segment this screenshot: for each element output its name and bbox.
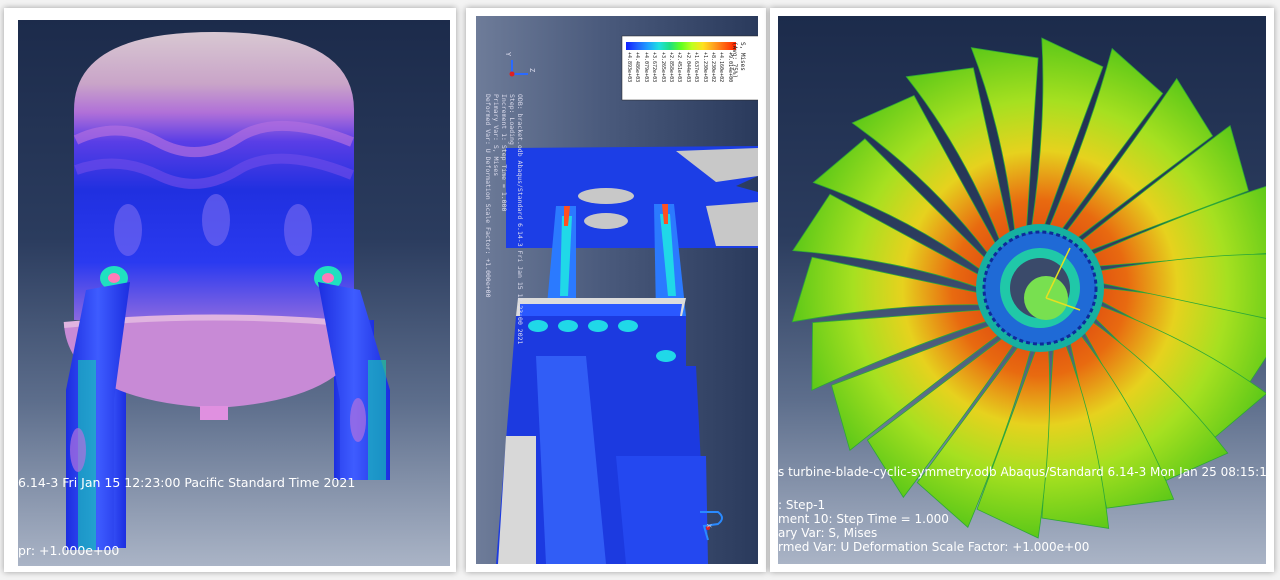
viewport-info-line: Step: Loading bbox=[508, 94, 516, 145]
legend-value: +2.858e+03 bbox=[668, 52, 674, 83]
legend-value: +3.672e+03 bbox=[651, 52, 658, 83]
panel-right: s turbine-blade-cyclic-symmetry.odb Abaq… bbox=[770, 8, 1274, 572]
viewport-info-line: Increment 1: Step Time = 1.000 bbox=[500, 94, 508, 212]
axis-label-x: Y bbox=[504, 52, 512, 57]
legend-value: +2.044e+03 bbox=[684, 52, 691, 83]
legend-value: +4.079e+03 bbox=[642, 52, 649, 83]
viewport-info-odb: s turbine-blade-cyclic-symmetry.odb Abaq… bbox=[778, 465, 1266, 479]
legend-value: +1.230e+03 bbox=[701, 52, 708, 83]
viewport-info-increment: ment 10: Step Time = 1.000 bbox=[778, 512, 949, 526]
legend-value: +2.451e+03 bbox=[676, 52, 683, 83]
viewport-right[interactable]: s turbine-blade-cyclic-symmetry.odb Abaq… bbox=[778, 16, 1266, 564]
viewport-left[interactable]: 6.14-3 Fri Jan 15 12:23:00 Pacific Stand… bbox=[18, 20, 450, 566]
turbine-wheel-model bbox=[791, 37, 1266, 539]
legend-value: +4.893e+03 bbox=[626, 52, 632, 83]
legend-values: +4.893e+03 +4.486e+03 +4.079e+03 +3.672e+03… bbox=[626, 52, 738, 96]
viewport-info-header: 6.14-3 Fri Jan 15 12:23:00 Pacific Stand… bbox=[18, 475, 356, 490]
panel-left: 6.14-3 Fri Jan 15 12:23:00 Pacific Stand… bbox=[4, 8, 456, 572]
viewport-info-line: ODB: bracket.odb Abaqus/Standard 6.14-3 … bbox=[516, 94, 524, 345]
viewport-info-deformed: rmed Var: U Deformation Scale Factor: +1… bbox=[778, 540, 1090, 554]
triad-label: X bbox=[705, 524, 712, 528]
viewport-info-factor: pr: +1.000e+00 bbox=[18, 543, 120, 558]
legend-value: +8.230e+02 bbox=[710, 52, 716, 83]
contour-legend bbox=[626, 42, 736, 50]
legend-value: +4.486e+03 bbox=[634, 52, 641, 83]
axis-label-z: Z bbox=[528, 68, 536, 73]
legend-value: +1.637e+03 bbox=[693, 52, 700, 83]
legend-value: +9.014e+00 bbox=[726, 52, 733, 83]
triad-icon-bottom bbox=[694, 504, 734, 544]
viewport-middle[interactable]: S, Mises (Avg: 75%) +4.893e+03 +4.486e+03… bbox=[476, 16, 758, 564]
legend-title: S, Mises bbox=[739, 42, 746, 71]
panel-middle: S, Mises (Avg: 75%) +4.893e+03 +4.486e+03… bbox=[466, 8, 766, 572]
legend-value: +4.160e+02 bbox=[718, 52, 725, 83]
viewport-info-line: Primary Var: S, Mises bbox=[492, 94, 500, 177]
viewport-info-line: Deformed Var: U Deformation Scale Factor… bbox=[484, 94, 492, 298]
viewport-info-step: : Step-1 bbox=[778, 498, 826, 512]
viewport-info-primary: ary Var: S, Mises bbox=[778, 526, 878, 540]
legend-value: +3.265e+03 bbox=[659, 52, 666, 83]
